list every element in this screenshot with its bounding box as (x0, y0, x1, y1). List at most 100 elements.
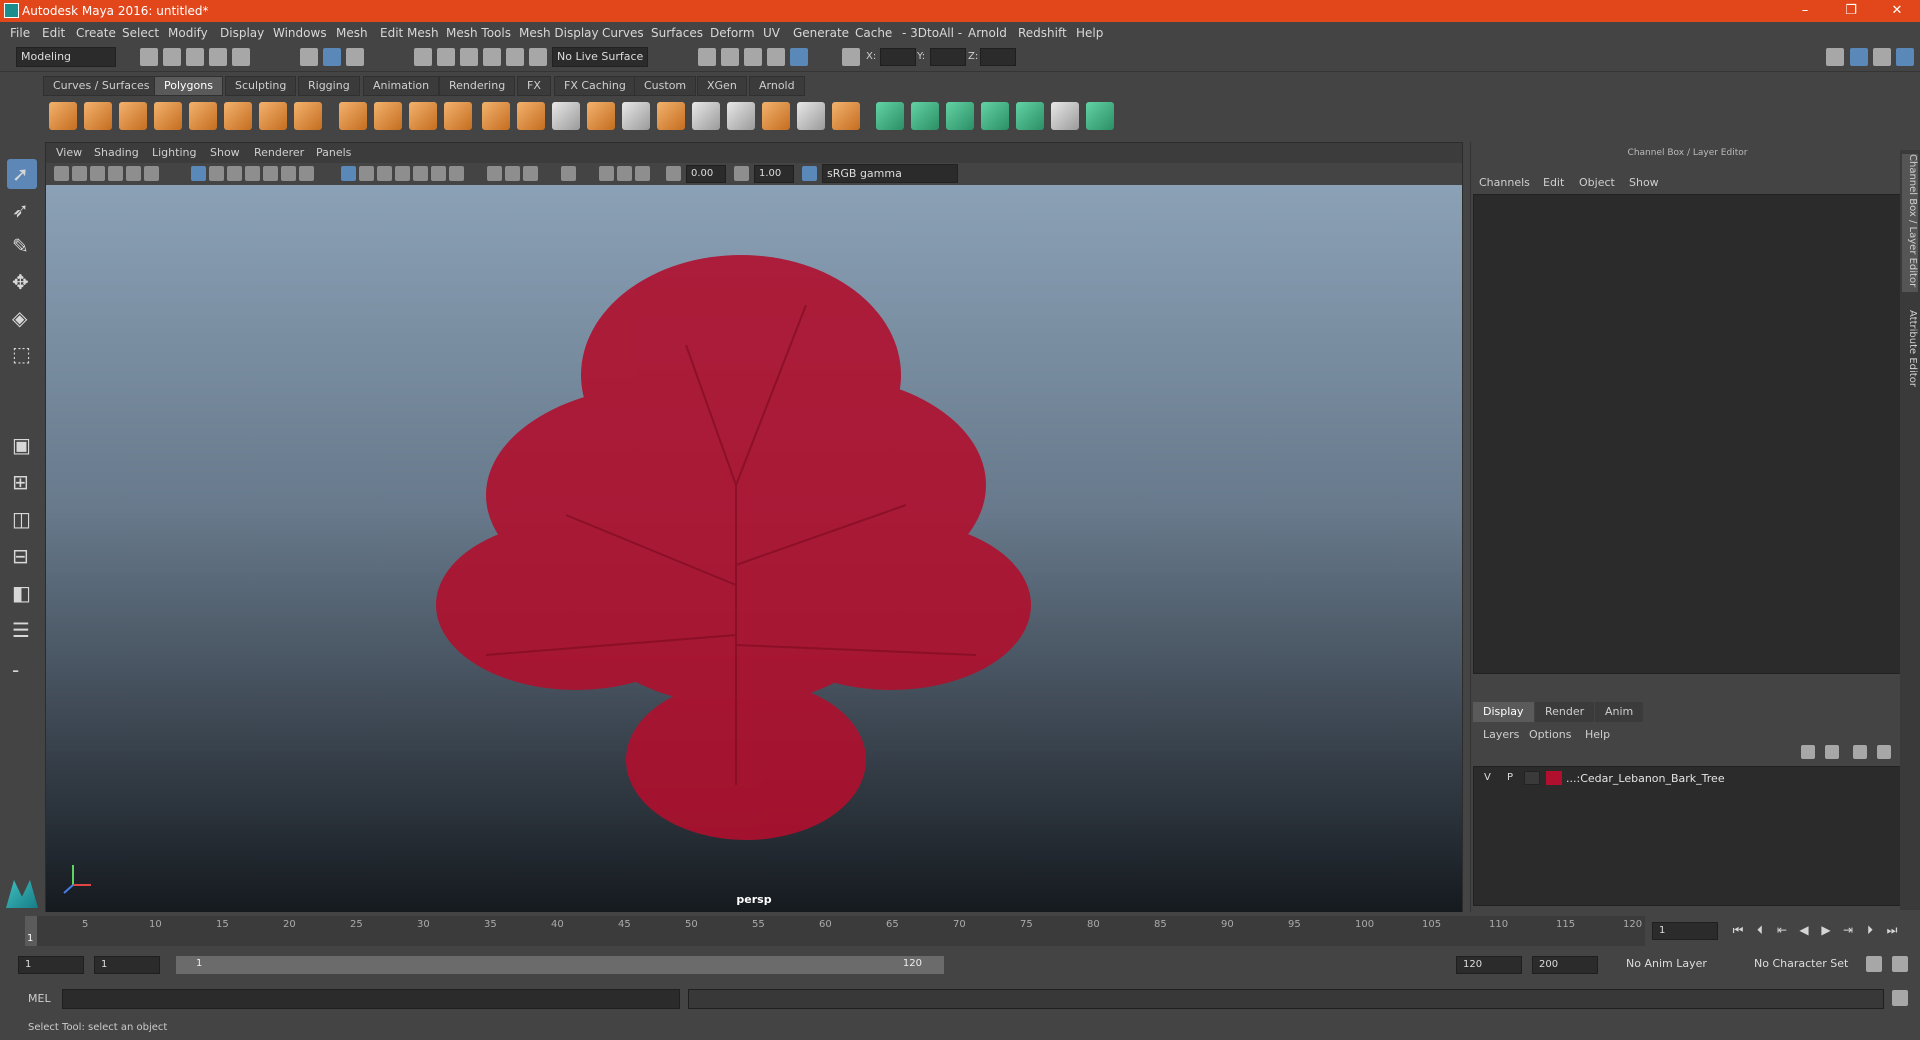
gamma-icon[interactable] (734, 166, 749, 181)
separate-icon[interactable] (374, 102, 402, 130)
channel-edit-menu[interactable]: Edit (1543, 176, 1564, 189)
menu-mesh-display[interactable]: Mesh Display (519, 26, 599, 40)
exposure-icon[interactable] (666, 166, 681, 181)
single-view-layout[interactable]: ▣ (7, 430, 37, 460)
extrude-icon[interactable] (552, 102, 580, 130)
poly-torus-icon[interactable] (224, 102, 252, 130)
use-all-lights-icon[interactable] (413, 166, 428, 181)
new-layer-selected-icon[interactable] (1877, 745, 1891, 759)
offset-edge-loop-icon[interactable] (797, 102, 825, 130)
select-tool[interactable]: ➚ (7, 159, 37, 189)
xray-joints-icon[interactable] (617, 166, 632, 181)
safe-action-icon[interactable] (281, 166, 296, 181)
average-vertices-icon[interactable] (517, 102, 545, 130)
panel-menu-show[interactable]: Show (210, 146, 240, 159)
layer-move-up-icon[interactable] (1801, 745, 1815, 759)
hypershade-icon[interactable] (790, 48, 808, 66)
menu-display[interactable]: Display (220, 26, 264, 40)
bookmark-icon[interactable] (90, 166, 105, 181)
bridge-icon[interactable] (587, 102, 615, 130)
panel-menu-view[interactable]: View (56, 146, 82, 159)
poly-plane-icon[interactable] (189, 102, 217, 130)
poly-cylinder-icon[interactable] (119, 102, 147, 130)
end-time-field[interactable]: 200 (1532, 956, 1598, 974)
gamma-field[interactable]: 1.00 (754, 165, 794, 183)
poly-sphere-icon[interactable] (49, 102, 77, 130)
film-gate-icon[interactable] (209, 166, 224, 181)
menu-modify[interactable]: Modify (168, 26, 208, 40)
screen-space-ao-icon[interactable] (449, 166, 464, 181)
auto-key-icon[interactable] (1866, 956, 1882, 972)
menu-create[interactable]: Create (76, 26, 116, 40)
isolate-select-icon[interactable] (561, 166, 576, 181)
bounding-box-icon[interactable] (377, 166, 392, 181)
step-back-key-icon[interactable]: ⇤ (1774, 923, 1790, 937)
go-to-start-icon[interactable]: ⏮ (1730, 923, 1746, 937)
image-plane-icon[interactable] (108, 166, 123, 181)
magnet-icon[interactable] (529, 48, 547, 66)
shelf-tab-curves-surfaces[interactable]: Curves / Surfaces (43, 76, 160, 96)
new-layer-icon[interactable] (1853, 745, 1867, 759)
open-scene-icon[interactable] (163, 48, 181, 66)
wireframe-icon[interactable] (341, 166, 356, 181)
side-tab-channel-box[interactable]: Channel Box / Layer Editor (1902, 154, 1918, 292)
motion-blur-icon[interactable] (487, 166, 502, 181)
shelf-tab-polygons[interactable]: Polygons (154, 76, 223, 96)
render-settings-icon[interactable] (767, 48, 785, 66)
menu-surfaces[interactable]: Surfaces (651, 26, 703, 40)
layer-tab-render[interactable]: Render (1535, 702, 1595, 722)
spherical-uv-icon[interactable] (946, 102, 974, 130)
shelf-tab-animation[interactable]: Animation (363, 76, 440, 96)
layer-tab-display[interactable]: Display (1473, 702, 1534, 722)
menu-file[interactable]: File (10, 26, 30, 40)
y-field[interactable] (930, 48, 966, 66)
rotate-tool[interactable]: ◈ (7, 303, 37, 333)
layer-help-menu[interactable]: Help (1585, 728, 1610, 741)
shelf-tab-rigging[interactable]: Rigging (298, 76, 360, 96)
channel-box-area[interactable] (1473, 194, 1903, 674)
target-weld-icon[interactable] (727, 102, 755, 130)
ipr-render-icon[interactable] (744, 48, 762, 66)
shelf-tab-custom[interactable]: Custom (634, 76, 697, 96)
combine-icon[interactable] (339, 102, 367, 130)
animation-prefs-icon[interactable] (1892, 956, 1908, 972)
new-scene-icon[interactable] (140, 48, 158, 66)
shelf-tab-sculpting[interactable]: Sculpting (225, 76, 297, 96)
step-forward-key-icon[interactable]: ⇥ (1840, 923, 1856, 937)
poly-cube-icon[interactable] (84, 102, 112, 130)
cut-uv-icon[interactable] (1086, 102, 1114, 130)
shelf-tab-arnold[interactable]: Arnold (749, 76, 805, 96)
save-scene-icon[interactable] (186, 48, 204, 66)
layer-playback-toggle[interactable]: P (1507, 772, 1513, 783)
grease-pencil-icon[interactable] (144, 166, 159, 181)
persp-outliner-layout[interactable]: ◧ (7, 578, 37, 608)
paint-select-tool[interactable]: ✎ (7, 231, 37, 261)
layer-tab-anim[interactable]: Anim (1595, 702, 1644, 722)
menu-deform[interactable]: Deform (710, 26, 755, 40)
select-camera-icon[interactable] (54, 166, 69, 181)
select-hierarchy-icon[interactable] (300, 48, 318, 66)
insert-edge-loop-icon[interactable] (762, 102, 790, 130)
command-input[interactable] (62, 989, 680, 1009)
modeling-toolkit-icon[interactable] (1826, 48, 1844, 66)
menu-curves[interactable]: Curves (602, 26, 644, 40)
custom-layout[interactable]: - (7, 655, 37, 685)
layer-visibility-toggle[interactable]: V (1484, 772, 1491, 783)
smooth-shade-icon[interactable] (359, 166, 374, 181)
render-view-icon[interactable] (698, 48, 716, 66)
menu-windows[interactable]: Windows (273, 26, 327, 40)
move-tool[interactable]: ✥ (7, 267, 37, 297)
multisample-aa-icon[interactable] (505, 166, 520, 181)
time-slider[interactable]: 1 5 10 15 20 25 30 35 40 45 50 55 60 65 … (0, 912, 1920, 950)
side-by-side-layout[interactable]: ◫ (7, 504, 37, 534)
menu-mesh[interactable]: Mesh (336, 26, 368, 40)
poly-pipe-icon[interactable] (294, 102, 322, 130)
step-back-frame-icon[interactable]: ⏴ (1752, 923, 1768, 937)
shelf-tab-xgen[interactable]: XGen (697, 76, 747, 96)
extract-icon[interactable] (409, 102, 437, 130)
redo-icon[interactable] (232, 48, 250, 66)
start-time-field[interactable]: 1 (18, 956, 84, 974)
gate-mask-icon[interactable] (245, 166, 260, 181)
cylindrical-uv-icon[interactable] (911, 102, 939, 130)
scale-tool[interactable]: ⬚ (7, 339, 37, 369)
